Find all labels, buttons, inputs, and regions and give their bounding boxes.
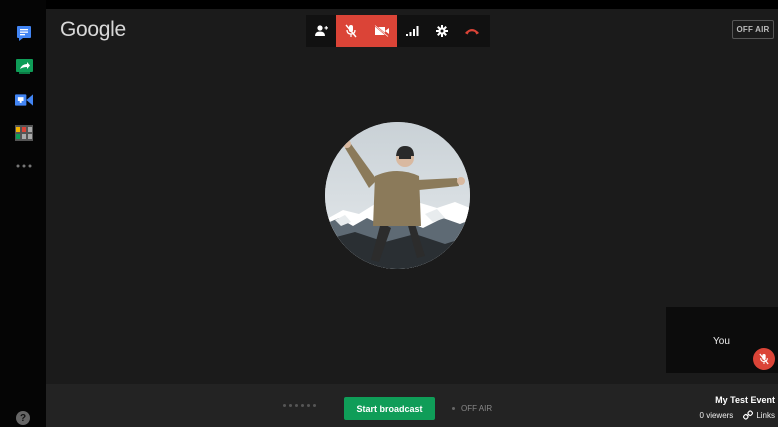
invite-button[interactable] — [306, 15, 336, 47]
participant-avatar — [325, 122, 470, 269]
control-room-icon — [15, 125, 33, 141]
links-button[interactable]: Links — [743, 410, 775, 420]
viewer-count: 0 viewers — [699, 410, 734, 420]
hangup-icon — [465, 29, 479, 35]
camera-off-icon — [373, 25, 389, 37]
camera-toggle-button[interactable] — [366, 15, 397, 47]
screenshare-app-button[interactable] — [15, 57, 33, 75]
help-icon[interactable]: ? — [16, 411, 30, 425]
broadcast-status: OFF AIR — [452, 404, 492, 413]
call-toolbar — [306, 15, 490, 47]
broadcast-status-label: OFF AIR — [461, 404, 493, 413]
mic-off-icon — [759, 353, 769, 365]
volume-meter — [283, 404, 316, 407]
participant-photo — [325, 122, 470, 269]
on-air-status-badge: OFF AIR — [732, 20, 774, 39]
more-apps-button[interactable] — [14, 157, 34, 175]
google-logo: Google — [60, 18, 126, 41]
status-dot — [452, 407, 455, 410]
link-icon — [743, 410, 754, 420]
event-meta: 0 viewers Links — [700, 410, 775, 420]
gear-icon — [436, 25, 448, 37]
bandwidth-button[interactable] — [397, 15, 427, 47]
chat-icon — [17, 25, 31, 41]
remote-desktop-icon — [15, 94, 33, 106]
broadcast-bar: Start broadcast OFF AIR My Test Event 0 … — [46, 384, 778, 427]
add-person-icon — [315, 25, 328, 36]
self-view-label: You — [713, 336, 730, 347]
chat-app-button[interactable] — [15, 24, 33, 42]
control-room-app-button[interactable] — [15, 124, 33, 142]
settings-button[interactable] — [427, 15, 457, 47]
more-icon — [16, 164, 32, 168]
app-rail: ? — [0, 0, 46, 427]
event-title: My Test Event — [715, 395, 775, 405]
mic-off-icon — [345, 24, 357, 38]
self-mic-muted-indicator — [753, 348, 775, 370]
hangup-button[interactable] — [457, 15, 487, 47]
self-view-tile[interactable]: You — [666, 307, 778, 373]
links-label: Links — [756, 410, 775, 420]
mute-mic-button[interactable] — [336, 15, 366, 47]
remote-desktop-app-button[interactable] — [15, 91, 33, 109]
signal-bars-icon — [405, 26, 418, 36]
start-broadcast-button[interactable]: Start broadcast — [344, 397, 435, 420]
screenshare-icon — [15, 58, 33, 74]
